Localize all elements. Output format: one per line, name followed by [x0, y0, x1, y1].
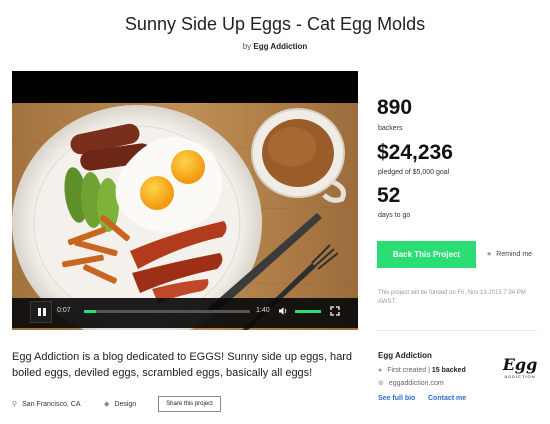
user-icon: ● — [378, 367, 383, 374]
category-label: Design — [114, 401, 137, 408]
logo-subtitle: ADDICTION — [504, 374, 536, 379]
back-project-button[interactable]: Back This Project — [377, 241, 476, 268]
video-player[interactable] — [12, 71, 358, 330]
divider — [377, 330, 537, 331]
location-label: San Francisco, CA — [22, 401, 81, 408]
volume-icon[interactable] — [278, 306, 288, 316]
category-link[interactable]: ◆ Design — [104, 400, 136, 408]
pause-icon — [38, 308, 41, 316]
contact-me-link[interactable]: Contact me — [428, 395, 466, 402]
backed-count: 15 backed — [431, 367, 466, 374]
creator-logo[interactable]: Egg ADDICTION — [500, 357, 540, 387]
first-created-label: First created — [387, 367, 427, 374]
globe-icon: ⊕ — [378, 380, 384, 387]
progress-track[interactable] — [84, 310, 250, 313]
remind-me-label: Remind me — [496, 251, 533, 258]
project-blurb: Egg Addiction is a blog dedicated to EGG… — [12, 351, 353, 379]
creator-link[interactable]: Egg Addiction — [253, 42, 307, 51]
days-count: 52 — [377, 184, 401, 207]
video-controls: 0:07 1:40 — [12, 298, 358, 328]
location-link[interactable]: ⚲ San Francisco, CA — [12, 400, 81, 408]
total-time: 1:40 — [256, 307, 270, 314]
website-label: eggaddiction.com — [388, 380, 444, 387]
volume-slider[interactable] — [295, 310, 321, 313]
see-full-bio-link[interactable]: See full bio — [378, 395, 415, 402]
funding-note: This project will be funded on Fri, Nov … — [378, 290, 526, 305]
creator-history: ● First created | 15 backed — [378, 367, 466, 374]
logo-wordmark: Egg — [502, 355, 538, 374]
tag-icon: ◆ — [104, 401, 110, 408]
pledged-amount: $24,236 — [377, 141, 453, 164]
backers-count: 890 — [377, 96, 413, 119]
fullscreen-icon[interactable] — [330, 306, 340, 316]
byline: by Egg Addiction — [0, 42, 550, 51]
creator-name[interactable]: Egg Addiction — [378, 351, 432, 360]
page-title: Sunny Side Up Eggs - Cat Egg Molds — [124, 14, 426, 34]
progress-fill — [84, 310, 96, 313]
creator-website[interactable]: ⊕ eggaddiction.com — [378, 379, 444, 387]
video-frame — [12, 103, 358, 330]
byline-prefix: by — [242, 42, 252, 51]
days-label: days to go — [378, 212, 411, 219]
remind-me-button[interactable]: ★ Remind me — [486, 250, 532, 258]
pause-icon-bar — [43, 308, 46, 316]
share-button[interactable]: Share this project — [158, 396, 221, 412]
location-icon: ⚲ — [12, 401, 18, 408]
star-icon: ★ — [486, 251, 493, 258]
pause-button[interactable] — [30, 301, 52, 323]
backers-label: backers — [378, 125, 403, 132]
pledged-label: pledged of $5,000 goal — [378, 169, 450, 176]
current-time: 0:07 — [57, 307, 71, 314]
